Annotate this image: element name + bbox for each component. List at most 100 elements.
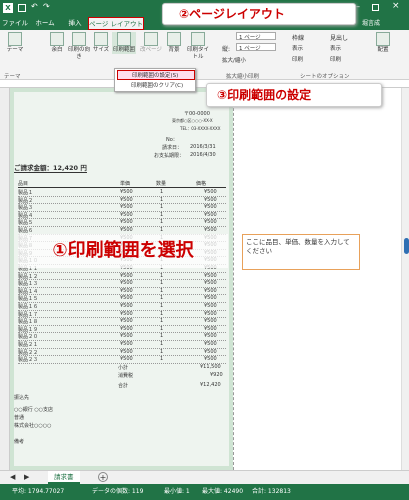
table-row[interactable]: 製品１４ ¥500 1 ¥500 [18, 288, 226, 296]
cell-qty: 1 [160, 211, 164, 218]
clear-print-area-item[interactable]: 印刷範囲のクリア(C) [117, 81, 195, 91]
vertical-scrollbar[interactable] [401, 88, 409, 470]
gridlines-print-checkbox[interactable]: 印刷 [292, 55, 303, 63]
print-area-button[interactable]: 印刷範囲 [112, 32, 136, 54]
save-icon[interactable] [18, 4, 26, 12]
cell-price: ¥500 [204, 295, 217, 302]
tab-insert[interactable]: 挿入 [66, 17, 84, 30]
account-holder: 株式会社○○○○ [14, 423, 52, 429]
status-bar: 平均: 1794.77027 データの個数: 119 最小値: 1 最大値: 4… [0, 484, 409, 500]
status-average: 平均: 1794.77027 [12, 488, 65, 495]
table-row[interactable]: 製品１９ ¥500 1 ¥500 [18, 326, 226, 334]
sheet-tab[interactable]: 請求書 [48, 471, 80, 484]
issue-date-label: 請求日： [162, 145, 183, 151]
set-print-area-item[interactable]: 印刷範囲の設定(S) [117, 70, 195, 80]
cell-unit: ¥500 [120, 310, 133, 317]
cell-qty: 1 [160, 310, 164, 317]
themes-button[interactable]: テーマ [4, 32, 26, 54]
bank-name: ○○銀行 ○○支店 [14, 407, 54, 413]
cell-price: ¥500 [204, 341, 217, 347]
width-select[interactable]: 1 ページ [236, 32, 276, 41]
table-row[interactable]: 製品１ ¥500 1 ¥500 [18, 189, 226, 197]
margins-button[interactable]: 余白 [48, 32, 66, 54]
table-row[interactable]: 製品１８ ¥500 1 ¥500 [18, 318, 226, 326]
height-select[interactable]: 1 ページ [236, 43, 276, 52]
cell-unit: ¥500 [120, 196, 133, 203]
table-row[interactable]: 製品２１ ¥500 1 ¥500 [18, 341, 226, 349]
maximize-icon[interactable] [372, 4, 379, 11]
invoice-sheet[interactable]: 〒00-0000 東京都○区○○○-XX-X TEL：03-XXXX-XXXX … [14, 92, 229, 466]
cell-unit: ¥500 [120, 341, 133, 347]
cell-qty: 1 [160, 196, 164, 203]
ribbon: テーマ 余白 印刷の向き サイズ 印刷範囲 改ページ 背景 印刷タイトル 縦: … [0, 30, 409, 80]
cell-item: 製品２０ [18, 334, 39, 341]
close-icon[interactable]: × [392, 1, 400, 11]
gridlines-title: 枠線 [292, 35, 305, 42]
status-max: 最大値: 42490 [202, 488, 244, 495]
scale-label: 拡大/縮小 [222, 58, 246, 64]
cell-qty: 1 [160, 341, 164, 347]
table-row[interactable]: 製品２ ¥500 1 ¥500 [18, 197, 226, 205]
table-row[interactable]: 製品４ ¥500 1 ¥500 [18, 212, 226, 220]
cell-item: 製品１２ [18, 273, 39, 280]
headings-print-checkbox[interactable]: 印刷 [330, 55, 341, 63]
cell-unit: ¥500 [120, 211, 133, 218]
table-row[interactable]: 製品５ ¥500 1 ¥500 [18, 219, 226, 227]
cell-item: 製品２２ [18, 349, 39, 356]
print-titles-icon [191, 32, 205, 46]
total-amount: ご請求金額：12,420 円 [14, 164, 87, 173]
headings-view-checkbox[interactable]: 表示 [330, 44, 341, 52]
comment-box[interactable]: ここに品目、単価、数量を入力してください [242, 234, 360, 270]
background-button[interactable]: 背景 [164, 32, 184, 54]
cell-qty: 1 [160, 356, 164, 363]
group-themes: テーマ [4, 74, 21, 80]
tab-home[interactable]: ホーム [34, 17, 56, 30]
table-row[interactable]: 製品２２ ¥500 1 ¥500 [18, 349, 226, 357]
cell-item: 製品２ [18, 197, 34, 204]
scroll-left-icon[interactable]: ◀ [10, 473, 15, 481]
postal-code: 〒00-0000 [184, 111, 210, 117]
scroll-right-icon[interactable]: ▶ [24, 473, 29, 481]
scroll-thumb[interactable] [404, 238, 409, 254]
address: 東京都○区○○○-XX-X [172, 118, 213, 123]
user-name[interactable]: 堀言成 [362, 18, 380, 27]
table-row[interactable]: 製品１５ ¥500 1 ¥500 [18, 295, 226, 303]
cell-qty: 1 [160, 189, 164, 195]
arrange-button[interactable]: 配置 [372, 32, 394, 54]
minimize-icon[interactable]: – [356, 2, 360, 11]
cell-price: ¥500 [204, 356, 217, 363]
table-row[interactable]: 製品１３ ¥500 1 ¥500 [18, 280, 226, 288]
table-row[interactable]: 製品１６ ¥500 1 ¥500 [18, 303, 226, 311]
table-row[interactable]: 製品３ ¥500 1 ¥500 [18, 204, 226, 212]
cell-qty: 1 [160, 348, 164, 355]
excel-icon[interactable]: X [3, 3, 13, 13]
cell-item: 製品３ [18, 205, 34, 212]
gridlines-view-checkbox[interactable]: 表示 [292, 44, 303, 52]
cell-item: 製品１５ [18, 296, 39, 303]
undo-icon[interactable]: ↶ [31, 2, 38, 11]
table-row[interactable]: 製品２０ ¥500 1 ¥500 [18, 333, 226, 341]
tab-file[interactable]: ファイル [2, 17, 28, 30]
cell-unit: ¥500 [120, 303, 133, 309]
table-row[interactable]: 製品１７ ¥500 1 ¥500 [18, 311, 226, 319]
cell-unit: ¥500 [120, 272, 133, 279]
add-sheet-icon[interactable]: + [98, 472, 108, 482]
print-area-icon [117, 32, 131, 46]
cell-qty: 1 [160, 295, 164, 302]
table-row[interactable]: 製品２３ ¥500 1 ¥500 [18, 356, 226, 364]
cell-price: ¥500 [204, 318, 217, 325]
cell-price: ¥500 [204, 227, 217, 233]
orientation-button[interactable]: 印刷の向き [68, 32, 90, 61]
tab-page-layout[interactable]: ページ レイアウト [88, 17, 144, 30]
cell-unit: ¥500 [120, 356, 133, 363]
print-titles-button[interactable]: 印刷タイトル [186, 32, 210, 61]
redo-icon[interactable]: ↷ [43, 2, 50, 11]
table-row[interactable]: 製品１２ ¥500 1 ¥500 [18, 273, 226, 281]
breaks-button[interactable]: 改ページ [140, 32, 162, 54]
unselected-cells[interactable]: ここに品目、単価、数量を入力してください [233, 88, 401, 470]
cell-item: 製品１ [18, 190, 34, 196]
table-header: 品目 単価 数量 価格 [18, 180, 226, 188]
cell-unit: ¥500 [120, 287, 133, 294]
size-button[interactable]: サイズ [92, 32, 110, 54]
grand-total: ¥12,420 [200, 382, 221, 388]
